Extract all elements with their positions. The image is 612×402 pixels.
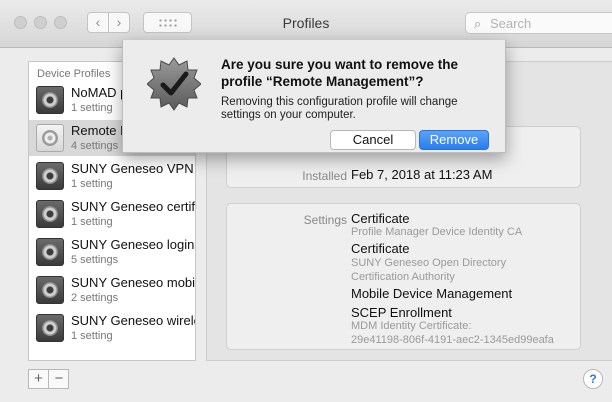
- setting-detail: Profile Manager Device Identity CA: [351, 226, 523, 238]
- add-remove-control: + −: [28, 369, 69, 389]
- settings-box: Settings Certificate Profile Manager Dev…: [226, 203, 581, 350]
- profile-settings-count: 4 settings: [71, 140, 119, 152]
- installed-label: Installed: [302, 169, 347, 183]
- gear-icon: [36, 276, 64, 304]
- gear-icon: [36, 162, 64, 190]
- list-header: Device Profiles: [37, 68, 111, 80]
- search-placeholder: Search: [490, 16, 532, 31]
- remove-profile-button[interactable]: −: [49, 370, 69, 388]
- setting-title: SCEP Enrollment: [351, 305, 452, 320]
- installed-value: Feb 7, 2018 at 11:23 AM: [351, 167, 493, 182]
- profile-icon: [36, 124, 64, 152]
- setting-detail: MDM Identity Certificate:: [351, 320, 472, 332]
- add-profile-button[interactable]: +: [29, 370, 49, 388]
- gear-icon: [36, 200, 64, 228]
- profile-settings-count: 2 settings: [71, 292, 119, 304]
- profile-item-login-window[interactable]: SUNY Geneseo login wir 5 settings: [29, 234, 195, 270]
- settings-label: Settings: [303, 213, 347, 227]
- profile-item-certificate[interactable]: SUNY Geneseo certifica 1 setting: [29, 196, 196, 232]
- setting-title: Certificate: [351, 211, 410, 226]
- profiles-badge-icon: [147, 57, 201, 111]
- remove-button[interactable]: Remove: [419, 130, 489, 150]
- profile-name: SUNY Geneseo certifica: [71, 199, 196, 214]
- setting-title: Mobile Device Management: [351, 286, 513, 301]
- profile-name: SUNY Geneseo VPN set: [71, 161, 195, 176]
- profile-name: SUNY Geneseo login wir: [71, 237, 195, 252]
- dialog-message: Removing this configuration profile will…: [221, 96, 458, 121]
- profile-item-vpn[interactable]: SUNY Geneseo VPN set 1 setting: [29, 158, 195, 194]
- cancel-button[interactable]: Cancel: [330, 130, 416, 150]
- profile-name: SUNY Geneseo wireless: [71, 313, 195, 328]
- setting-detail: SUNY Geneseo Open Directory: [351, 257, 507, 269]
- search-input[interactable]: ⌕ Search: [465, 12, 612, 34]
- help-button[interactable]: ?: [583, 369, 603, 389]
- profile-item-mobility[interactable]: SUNY Geneseo mobility 2 settings: [29, 272, 196, 308]
- gear-icon: [36, 86, 64, 114]
- search-icon: ⌕: [474, 16, 482, 31]
- profile-item-wireless[interactable]: SUNY Geneseo wireless 1 setting: [29, 310, 195, 346]
- remove-profile-dialog: Are you sure you want to remove the prof…: [122, 40, 506, 153]
- setting-detail: 29e41198-806f-4191-aec2-1345ed99eafa: [351, 334, 554, 346]
- profile-settings-count: 1 setting: [71, 216, 113, 228]
- profile-settings-count: 1 setting: [71, 102, 113, 114]
- profile-settings-count: 1 setting: [71, 330, 113, 342]
- dialog-title: Are you sure you want to remove the prof…: [221, 57, 459, 89]
- profile-settings-count: 1 setting: [71, 178, 113, 190]
- profile-name: SUNY Geneseo mobility: [71, 275, 196, 290]
- profile-settings-count: 5 settings: [71, 254, 119, 266]
- setting-detail: Certification Authority: [351, 271, 455, 283]
- gear-icon: [36, 238, 64, 266]
- gear-icon: [36, 314, 64, 342]
- setting-title: Certificate: [351, 241, 410, 256]
